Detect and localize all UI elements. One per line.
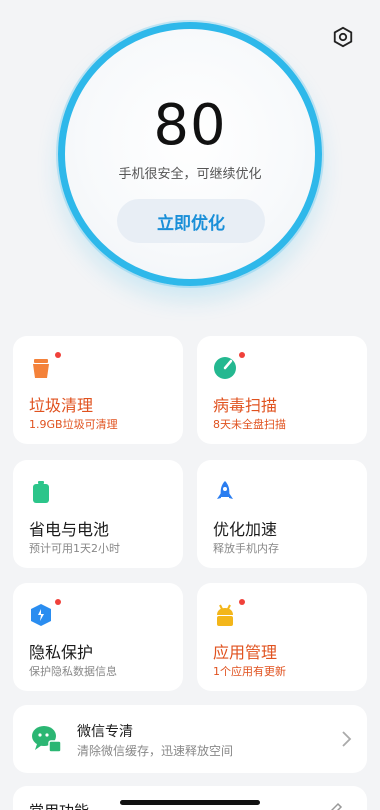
radar-icon: [214, 357, 236, 379]
notification-dot: [55, 352, 61, 358]
card-subtitle: 1.9GB垃圾可清理: [29, 418, 118, 431]
optimize-button[interactable]: 立即优化: [117, 199, 265, 243]
card-subtitle: 保护隐私数据信息: [29, 665, 117, 678]
security-status: 手机很安全，可继续优化: [118, 167, 262, 182]
notification-dot: [239, 352, 245, 358]
card-title: 应用管理: [213, 643, 278, 662]
wechat-clean-subtitle: 清除微信缓存，迅速释放空间: [77, 744, 234, 758]
notification-dot: [55, 599, 61, 605]
home-indicator[interactable]: [120, 800, 260, 805]
trash-icon: [33, 359, 49, 378]
wechat-clean-row[interactable]: 微信专清 清除微信缓存，迅速释放空间: [13, 705, 367, 773]
card-title: 优化加速: [213, 520, 278, 539]
notification-dot: [239, 599, 245, 605]
card-subtitle: 预计可用1天2小时: [29, 542, 120, 555]
card-title: 隐私保护: [29, 643, 94, 662]
section-title: 常用功能: [29, 800, 89, 810]
common-functions-section: 常用功能: [13, 786, 367, 810]
card-subtitle: 8天未全盘扫描: [213, 418, 286, 431]
card-subtitle: 1个应用有更新: [213, 665, 286, 678]
edit-icon[interactable]: [327, 802, 345, 810]
settings-button[interactable]: [330, 24, 356, 50]
card-battery[interactable]: 省电与电池 预计可用1天2小时: [13, 460, 183, 568]
card-junk-clean[interactable]: 垃圾清理 1.9GB垃圾可清理: [13, 336, 183, 444]
card-title: 病毒扫描: [213, 396, 278, 415]
rocket-icon: [217, 481, 233, 499]
card-speed-boost[interactable]: 优化加速 释放手机内存: [197, 460, 367, 568]
chevron-right-icon: [342, 731, 352, 747]
wechat-clean-title: 微信专清: [77, 724, 133, 740]
wechat-clean-icon: [32, 726, 62, 753]
score-ring: 80 手机很安全，可继续优化 立即优化: [58, 22, 322, 286]
card-subtitle: 释放手机内存: [213, 542, 279, 555]
card-title: 省电与电池: [29, 520, 110, 539]
battery-icon: [33, 481, 49, 503]
gear-hex-icon: [333, 26, 353, 48]
shield-icon: [31, 604, 51, 626]
android-icon: [217, 604, 233, 626]
card-title: 垃圾清理: [29, 396, 94, 415]
card-privacy[interactable]: 隐私保护 保护隐私数据信息: [13, 583, 183, 691]
security-score: 80: [153, 93, 227, 158]
card-virus-scan[interactable]: 病毒扫描 8天未全盘扫描: [197, 336, 367, 444]
card-app-management[interactable]: 应用管理 1个应用有更新: [197, 583, 367, 691]
